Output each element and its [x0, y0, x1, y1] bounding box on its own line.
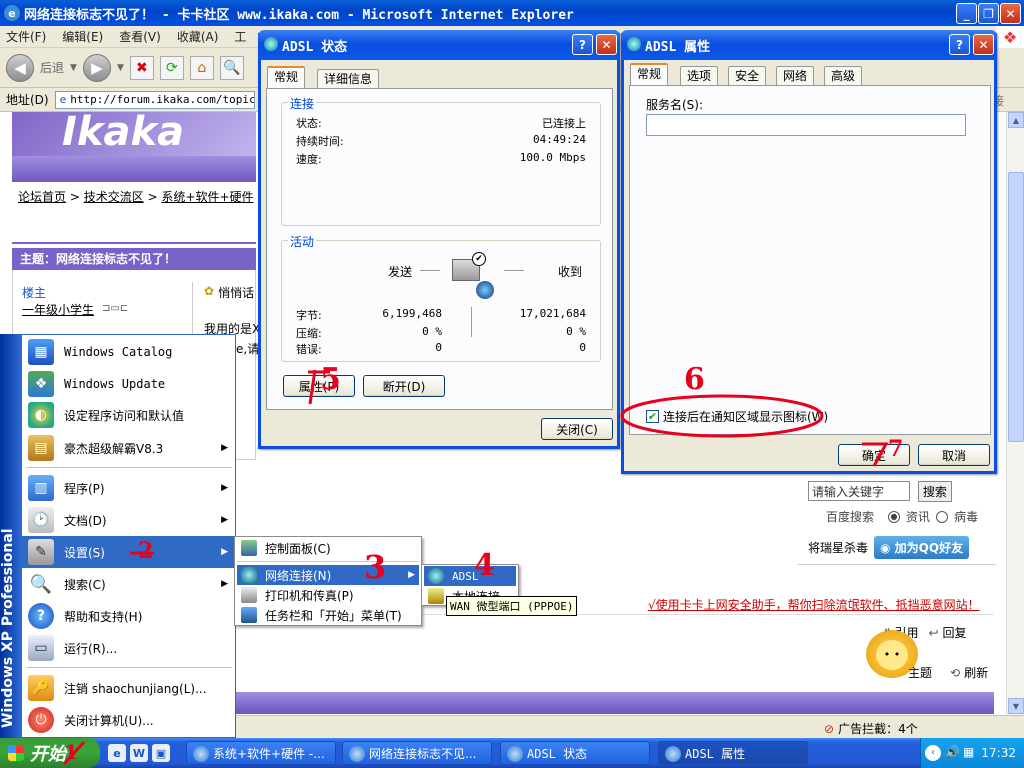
annotation-2: 2: [138, 538, 154, 564]
annotation-6: 6: [684, 362, 705, 397]
annotation-layer: [62, 369, 889, 766]
annotation-4: 4: [474, 548, 495, 583]
annotation-5: 5: [320, 362, 341, 397]
annotation-3: 3: [364, 548, 387, 586]
annotation-7: 7: [888, 436, 904, 462]
annotation-ellipse-6: [620, 394, 824, 438]
annotation-stroke-7: [862, 442, 889, 467]
annotation-1: 1: [64, 740, 78, 764]
